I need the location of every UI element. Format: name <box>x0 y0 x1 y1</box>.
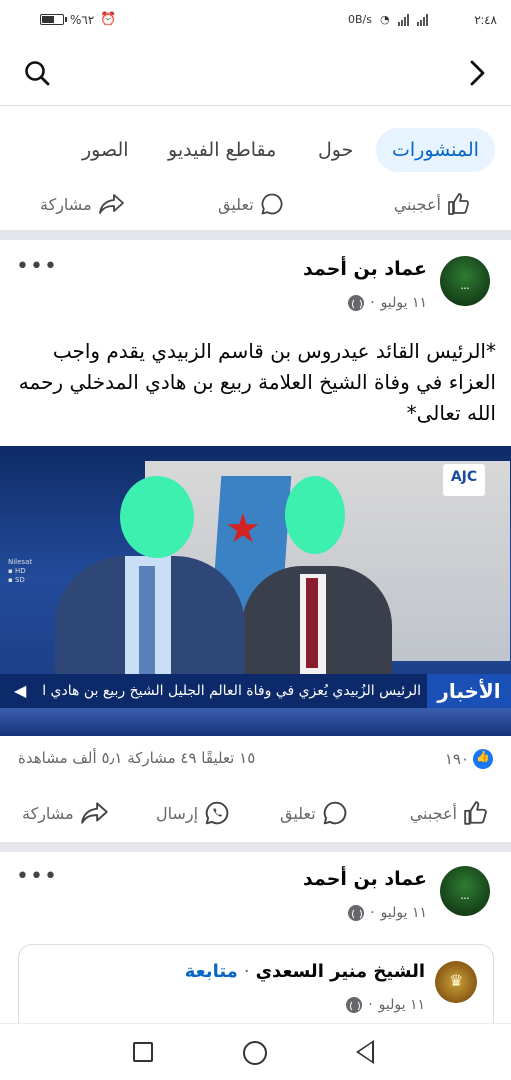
reactions[interactable]: ١٩٠ <box>445 749 493 769</box>
net-speed: 0B/s <box>348 13 372 26</box>
engagement-counts: ١٥ تعليقًا ٤٩ مشاركة ٥٫١ ألف مشاهدة <box>18 749 255 767</box>
post-date[interactable]: ١١ يوليو <box>381 905 427 921</box>
globe-icon <box>348 295 365 311</box>
dot-separator: · <box>243 961 250 982</box>
post-text: *الرئيس القائد عيدروس بن قاسم الزبيدي يق… <box>18 339 496 425</box>
tab-videos[interactable]: مقاطع الفيديو <box>168 128 276 172</box>
lamp-icon: ♛ <box>449 971 464 990</box>
comment-button[interactable]: تعليق <box>280 800 348 826</box>
share-arrow-icon <box>80 802 108 824</box>
share-count[interactable]: ٤٩ مشاركة <box>127 749 196 767</box>
thumbs-up-icon <box>464 801 487 825</box>
prev-post-actions: أعجبني تعليق مشاركة <box>0 188 511 228</box>
feed-divider <box>0 230 511 240</box>
share-arrow-icon <box>98 194 124 214</box>
alarm-icon: ⏰ <box>100 12 117 27</box>
avatar[interactable]: ••• <box>440 256 490 306</box>
share-button[interactable]: مشاركة <box>22 800 110 826</box>
home-button[interactable] <box>243 1041 267 1065</box>
person-anchor <box>55 556 245 686</box>
comment-button[interactable]: تعليق <box>218 192 284 216</box>
post-stats: ١٩٠ ١٥ تعليقًا ٤٩ مشاركة ٥٫١ ألف مشاهدة <box>0 744 511 774</box>
shared-meta: ١١ يوليو · <box>346 997 425 1013</box>
channel-info: Nilesat ▪ HD ▪ SD <box>8 558 33 584</box>
like-label: أعجبني <box>393 194 441 214</box>
shared-avatar[interactable]: ♛ <box>435 961 477 1003</box>
status-bar: %٦٢ ⏰ 0B/s ◔ ٢:٤٨ <box>0 0 511 40</box>
more-options-icon[interactable]: ••• <box>16 254 58 279</box>
view-count: ٥٫١ ألف مشاهدة <box>18 749 123 767</box>
search-icon[interactable] <box>24 60 50 86</box>
comment-bubble-icon <box>323 801 346 825</box>
whatsapp-icon <box>205 801 229 825</box>
meta-separator: · <box>370 295 375 311</box>
like-label: أعجبني <box>409 803 457 823</box>
globe-icon <box>346 997 363 1013</box>
battery-icon <box>40 14 67 25</box>
ticker-text: الرئيس الزُبيدي يُعزي في وفاة العالم الج… <box>41 683 421 699</box>
globe-icon <box>348 905 365 921</box>
bottom-strip <box>0 708 511 736</box>
face-blur <box>285 476 345 554</box>
flag-star-icon: ★ <box>225 506 261 552</box>
post-author[interactable]: عماد بن أحمد <box>303 868 427 890</box>
share-label: مشاركة <box>40 194 92 214</box>
comment-count[interactable]: ١٥ تعليقًا <box>201 749 255 767</box>
channel-logo: AJC <box>443 464 485 496</box>
status-left: %٦٢ ⏰ <box>40 12 116 27</box>
shared-date[interactable]: ١١ يوليو <box>379 997 425 1013</box>
back-button[interactable] <box>356 1040 374 1064</box>
wifi-icon: ◔ <box>379 13 390 26</box>
comment-bubble-icon <box>261 193 283 215</box>
shared-header: الشيخ منير السعدي · متابعة <box>185 961 425 982</box>
news-ticker: الأخبار الرئيس الزُبيدي يُعزي في وفاة ال… <box>0 674 511 708</box>
battery-level: %٦٢ <box>70 12 95 27</box>
tab-posts[interactable]: المنشورات <box>376 128 495 172</box>
signal-icon <box>397 13 409 26</box>
meta-separator: · <box>368 997 373 1013</box>
post-author[interactable]: عماد بن أحمد <box>303 258 427 280</box>
more-options-icon[interactable]: ••• <box>16 864 58 889</box>
chevron-right-icon[interactable] <box>468 59 488 87</box>
status-network: 0B/s ◔ <box>348 13 428 26</box>
shared-author[interactable]: الشيخ منير السعدي <box>256 961 425 982</box>
feed-divider <box>0 842 511 852</box>
share-label: مشاركة <box>22 803 74 823</box>
post-actions: أعجبني تعليق إرسال مشاركة <box>0 796 511 836</box>
send-label: إرسال <box>156 803 199 823</box>
face-blur <box>120 476 194 558</box>
post-meta: ١١ يوليو · <box>348 905 427 921</box>
signal-icon-2 <box>416 13 428 26</box>
thumbs-up-icon <box>448 193 469 215</box>
comment-label: تعليق <box>280 803 316 823</box>
speaker-icon: ◀ <box>14 681 27 700</box>
post-date[interactable]: ١١ يوليو <box>381 295 427 311</box>
avatar[interactable]: ••• <box>440 866 490 916</box>
post-meta: ١١ يوليو · <box>348 295 427 311</box>
reaction-count: ١٩٠ <box>444 750 469 768</box>
like-reaction-icon <box>473 749 493 769</box>
profile-tabs: المنشورات حول مقاطع الفيديو الصور <box>0 106 511 190</box>
comment-label: تعليق <box>218 194 254 214</box>
like-button[interactable]: أعجبني <box>410 800 489 826</box>
share-button[interactable]: مشاركة <box>40 192 126 216</box>
clock: ٢:٤٨ <box>474 13 497 27</box>
top-bar <box>0 40 511 106</box>
tab-about[interactable]: حول <box>318 128 353 172</box>
person-background <box>242 566 392 676</box>
tab-photos[interactable]: الصور <box>82 128 129 172</box>
recents-button[interactable] <box>133 1042 153 1062</box>
send-button[interactable]: إرسال <box>156 800 230 826</box>
like-button[interactable]: أعجبني <box>394 192 471 216</box>
meta-separator: · <box>370 905 375 921</box>
system-nav-bar <box>0 1023 511 1080</box>
post-image[interactable]: ★ AJC Nilesat ▪ HD ▪ SD الأخبار الرئيس الز… <box>0 446 511 736</box>
follow-link[interactable]: متابعة <box>185 961 238 982</box>
ticker-tag: الأخبار <box>427 674 511 708</box>
